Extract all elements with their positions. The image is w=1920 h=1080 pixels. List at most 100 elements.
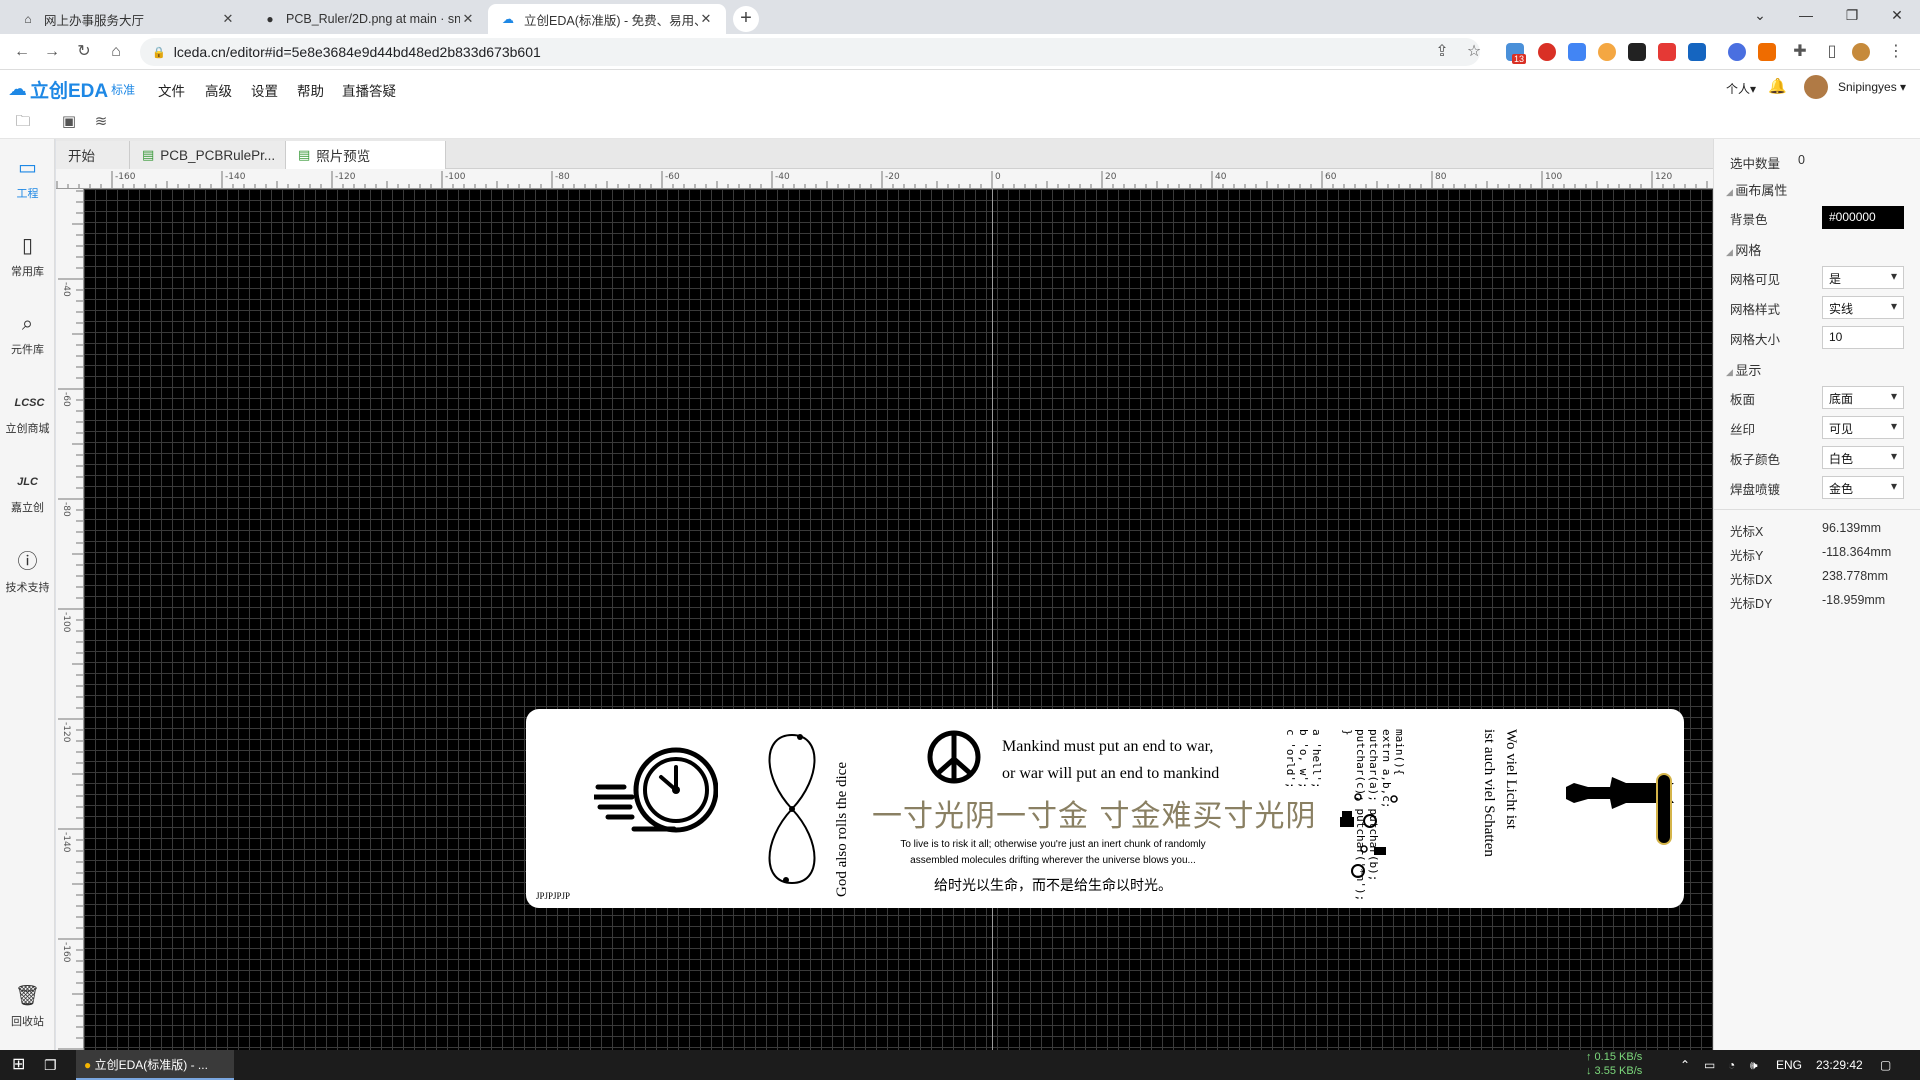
sidebar-item-project[interactable]: ▭ 工程 — [0, 155, 55, 201]
silkscreen-select[interactable]: 可见 — [1822, 416, 1904, 439]
image-icon[interactable]: ▣ — [60, 113, 78, 131]
display-header[interactable]: ◢ 显示 — [1714, 355, 1920, 381]
windows-start-icon[interactable]: ⊞ — [12, 1050, 25, 1080]
cloud-logo-icon: ☁ — [8, 79, 27, 100]
tray-chevron-icon[interactable]: ⌃ — [1680, 1050, 1690, 1080]
app-toolbar: 🗀 ▣ ≋ — [0, 105, 1920, 139]
translate-icon[interactable] — [1568, 43, 1586, 61]
menu-settings[interactable]: 设置 — [251, 80, 278, 100]
collapse-icon: ◢ — [1726, 367, 1736, 377]
browser-tab[interactable]: ● PCB_Ruler/2D.png at main · sn ✕ — [250, 4, 488, 34]
canvas-properties-header[interactable]: ◢ 画布属性 — [1714, 175, 1920, 201]
username[interactable]: Snipingyes ▾ — [1838, 80, 1906, 94]
menu-live-qa[interactable]: 直播答疑 — [342, 80, 396, 100]
wifi-icon[interactable]: ◔ — [1728, 1050, 1735, 1080]
photo-preview-canvas[interactable]: God also rolls the dice Mankind must put… — [84, 189, 1713, 1050]
grid-size-input[interactable]: 10 — [1822, 326, 1904, 349]
forward-icon[interactable]: → — [40, 40, 64, 64]
ruler-label: -40 — [775, 172, 790, 182]
silkscreen-row: 丝印 可见 — [1714, 413, 1920, 441]
tab-search-icon[interactable]: ⌄ — [1737, 0, 1783, 34]
sidebar-item-component-library[interactable]: ⌕ 元件库 — [0, 311, 55, 357]
board-color-select[interactable]: 白色 — [1822, 446, 1904, 469]
browser-tab[interactable]: ⌂ 网上办事服务大厅 ✕ — [8, 4, 248, 34]
puzzle-icon[interactable]: ✚ — [1788, 40, 1812, 64]
grid-visible-select[interactable]: 是 — [1822, 266, 1904, 289]
close-tab-icon[interactable]: ✕ — [460, 11, 476, 27]
profile-avatar[interactable] — [1852, 43, 1870, 61]
sidepanel-icon[interactable]: ▯ — [1820, 40, 1844, 64]
sidebar-item-trash[interactable]: 🗑 回收站 — [0, 983, 55, 1029]
close-tab-icon[interactable]: ✕ — [220, 11, 236, 27]
slot-pad — [1656, 773, 1672, 845]
horizontal-ruler: -160 -140 -120 -100 -80 -60 -40 -20 0 20 40 60 80 100… — [56, 169, 1713, 189]
ruler-label: -120 — [335, 172, 356, 182]
grid-style-select[interactable]: 实线 — [1822, 296, 1904, 319]
home-icon[interactable]: ⌂ — [104, 40, 128, 64]
restore-icon[interactable]: ❐ — [1829, 0, 1875, 34]
minimize-icon[interactable]: — — [1783, 0, 1829, 34]
volume-icon[interactable]: 🕪 — [1750, 1050, 1758, 1080]
ruler-label: 20 — [1105, 172, 1117, 182]
project-icon: ▭ — [18, 157, 37, 179]
taskbar-app-chrome[interactable]: ● 立创EDA(标准版) - ... — [76, 1050, 234, 1080]
ruler-label: 60 — [1325, 172, 1337, 182]
ruler-label: 120 — [1655, 172, 1672, 182]
layer-row: 板面 底面 — [1714, 383, 1920, 411]
back-icon[interactable]: ← — [10, 40, 34, 64]
folder-icon[interactable]: 🗀 — [14, 113, 32, 131]
extension-icon[interactable] — [1658, 43, 1676, 61]
avatar[interactable] — [1804, 75, 1828, 99]
sidebar-item-jlc[interactable]: JLC 嘉立创 — [0, 469, 55, 515]
close-window-icon[interactable]: ✕ — [1874, 0, 1920, 34]
ruler-label: -100 — [445, 172, 466, 182]
new-tab-button[interactable]: + — [733, 6, 759, 32]
download-icon[interactable] — [1688, 43, 1706, 61]
ruler-label: -160 — [115, 172, 136, 182]
extension-icon[interactable] — [1598, 43, 1616, 61]
ruler-label: -160 — [61, 942, 71, 963]
bell-icon[interactable]: 🔔 — [1768, 77, 1787, 95]
extension-icon[interactable] — [1628, 43, 1646, 61]
home-icon: ⌂ — [24, 12, 32, 26]
menu-help[interactable]: 帮助 — [297, 80, 324, 100]
github-icon: ● — [266, 12, 274, 26]
bookmark-star-icon[interactable]: ☆ — [1462, 40, 1486, 64]
extension-icon[interactable] — [1758, 43, 1776, 61]
notification-icon[interactable]: ▢ — [1880, 1050, 1891, 1080]
adblock-icon[interactable] — [1538, 43, 1556, 61]
browser-tab-active[interactable]: ☁ 立创EDA(标准版) - 免费、易用、 ✕ — [488, 4, 726, 34]
menu-advanced[interactable]: 高级 — [205, 80, 232, 100]
layer-select[interactable]: 底面 — [1822, 386, 1904, 409]
background-color-input[interactable]: #000000 — [1822, 206, 1904, 229]
grid-size-row: 网格大小 10 — [1714, 323, 1920, 351]
browser-menu-icon[interactable]: ⋮ — [1884, 40, 1908, 64]
sidebar-item-lcsc[interactable]: LCSC 立创商城 — [0, 390, 55, 436]
app-menubar: ☁ 立创EDA 标准 文件 高级 设置 帮助 直播答疑 个人▾ 🔔 Snipin… — [0, 70, 1920, 105]
component-search-icon: ⌕ — [21, 313, 34, 335]
pad-finish-select[interactable]: 金色 — [1822, 476, 1904, 499]
tab-start[interactable]: 开始 — [56, 141, 130, 169]
app-logo[interactable]: ☁ 立创EDA 标准 — [8, 76, 135, 103]
tab-photo-preview[interactable]: ▤ 照片预览 — [286, 141, 446, 169]
reload-icon[interactable]: ↻ — [72, 40, 96, 64]
layers-icon[interactable]: ≋ — [92, 113, 110, 131]
ruler-label: -40 — [61, 282, 71, 297]
extension-icon[interactable] — [1728, 43, 1746, 61]
personal-menu[interactable]: 个人▾ — [1726, 80, 1756, 97]
address-bar[interactable]: 🔒 lceda.cn/editor#id=5e8e3684e9d44bd48ed… — [140, 38, 1480, 66]
ruler-label: -100 — [61, 612, 71, 633]
task-view-icon[interactable]: ❐ — [44, 1050, 57, 1080]
network-icon[interactable]: ▭ — [1704, 1050, 1715, 1080]
share-icon[interactable]: ⇪ — [1430, 40, 1454, 64]
library-icon: ▯ — [21, 235, 33, 257]
sidebar-item-common-library[interactable]: ▯ 常用库 — [0, 233, 55, 279]
close-tab-icon[interactable]: ✕ — [698, 11, 714, 27]
sidebar-item-support[interactable]: ⓘ 技术支持 — [0, 549, 55, 595]
menu-file[interactable]: 文件 — [158, 80, 185, 100]
clock[interactable]: 23:29:42 — [1816, 1050, 1863, 1080]
tab-pcb[interactable]: ▤ PCB_PCBRulePr... — [130, 141, 286, 169]
language-indicator[interactable]: ENG — [1776, 1050, 1802, 1080]
grid-header[interactable]: ◢ 网格 — [1714, 235, 1920, 261]
browser-toolbar: ← → ↻ ⌂ 🔒 lceda.cn/editor#id=5e8e3684e9d… — [0, 34, 1920, 70]
